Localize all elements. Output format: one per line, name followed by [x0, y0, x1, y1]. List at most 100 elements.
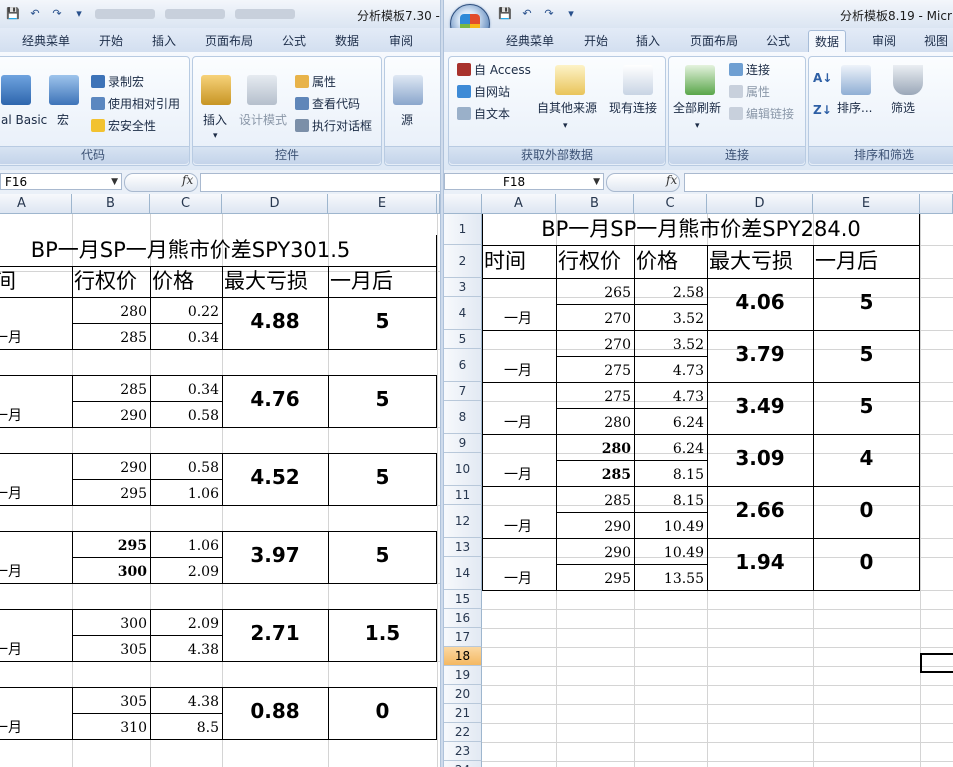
option-price-cell[interactable]: 6.24: [634, 408, 707, 434]
macros-button[interactable]: 宏: [57, 111, 69, 129]
left-formula-input[interactable]: [200, 173, 440, 192]
row-header-6[interactable]: 6: [444, 349, 482, 382]
max-loss-cell[interactable]: 3.97: [222, 531, 328, 579]
customize-qat-icon[interactable]: ▾: [562, 6, 580, 22]
strike-price-cell[interactable]: 280: [556, 434, 634, 460]
column-heading[interactable]: 行权价: [74, 266, 152, 297]
one-month-after-cell[interactable]: 5: [813, 382, 920, 430]
row-header-18[interactable]: 18: [444, 647, 482, 666]
strike-price-cell[interactable]: 285: [72, 375, 150, 401]
tab-review[interactable]: 审阅: [866, 32, 902, 52]
option-price-cell[interactable]: 4.38: [150, 635, 222, 661]
left-name-box[interactable]: F16 ▼: [0, 173, 122, 190]
one-month-after-cell[interactable]: 0: [813, 538, 920, 586]
strike-price-cell[interactable]: 280: [72, 297, 150, 323]
from-other-sources-button[interactable]: 自其他来源: [537, 99, 597, 117]
strike-price-cell[interactable]: 300: [72, 609, 150, 635]
strike-price-cell[interactable]: 280: [556, 408, 634, 434]
month-label[interactable]: 一月: [482, 356, 556, 382]
strike-price-cell[interactable]: 310: [72, 713, 150, 739]
tab-classic-menu[interactable]: 经典菜单: [16, 32, 76, 52]
sort-ascending-icon[interactable]: A↓: [813, 69, 832, 87]
one-month-after-cell[interactable]: 5: [328, 453, 437, 501]
option-price-cell[interactable]: 0.34: [150, 323, 222, 349]
tab-home[interactable]: 开始: [93, 32, 129, 52]
filter-button[interactable]: 筛选: [891, 99, 915, 117]
column-header-d[interactable]: D: [222, 194, 328, 214]
column-header-e[interactable]: E: [328, 194, 437, 214]
strike-price-cell[interactable]: 285: [556, 460, 634, 486]
max-loss-cell[interactable]: 2.66: [707, 486, 813, 534]
chevron-down-icon[interactable]: ▼: [111, 174, 118, 191]
column-header[interactable]: [920, 194, 953, 214]
column-header-a[interactable]: A: [482, 194, 556, 214]
option-price-cell[interactable]: 4.73: [634, 382, 707, 408]
column-header-b[interactable]: B: [556, 194, 634, 214]
strike-price-cell[interactable]: 305: [72, 687, 150, 713]
row-header-8[interactable]: 8: [444, 401, 482, 434]
option-price-cell[interactable]: 2.58: [634, 278, 707, 304]
sort-button[interactable]: 排序...: [837, 99, 872, 117]
tab-view[interactable]: 视图: [918, 32, 953, 52]
strike-price-cell[interactable]: 265: [556, 278, 634, 304]
one-month-after-cell[interactable]: 5: [328, 531, 437, 579]
row-header-19[interactable]: 19: [444, 666, 482, 685]
column-heading[interactable]: 时间: [484, 245, 558, 278]
fx-icon[interactable]: fx: [666, 173, 677, 187]
month-label[interactable]: 一月: [482, 408, 556, 434]
run-dialog-button[interactable]: 执行对话框: [295, 117, 372, 135]
option-price-cell[interactable]: 1.06: [150, 531, 222, 557]
strike-price-cell[interactable]: 275: [556, 382, 634, 408]
month-label[interactable]: 一月: [482, 304, 556, 330]
column-header-c[interactable]: C: [634, 194, 707, 214]
row-header-11[interactable]: 11: [444, 486, 482, 505]
option-price-cell[interactable]: 8.15: [634, 460, 707, 486]
record-macro-button[interactable]: 录制宏: [91, 73, 144, 91]
sheet-title[interactable]: BP一月SP一月熊市价差SPY284.0: [482, 214, 920, 245]
row-header-20[interactable]: 20: [444, 685, 482, 704]
option-price-cell[interactable]: 1.06: [150, 479, 222, 505]
row-header-13[interactable]: 13: [444, 538, 482, 557]
chevron-down-icon[interactable]: ▾: [563, 117, 568, 135]
right-formula-input[interactable]: [684, 173, 953, 192]
from-access-button[interactable]: 自 Access: [457, 61, 531, 79]
xml-source-button[interactable]: 源: [401, 111, 413, 129]
row-header-2[interactable]: 2: [444, 245, 482, 278]
row-header-14[interactable]: 14: [444, 557, 482, 590]
max-loss-cell[interactable]: 3.49: [707, 382, 813, 430]
max-loss-cell[interactable]: 2.71: [222, 609, 328, 657]
selected-cell[interactable]: [920, 653, 953, 673]
connection-properties-button[interactable]: 属性: [729, 83, 770, 101]
properties-button[interactable]: 属性: [295, 73, 336, 91]
chevron-down-icon[interactable]: ▾: [695, 117, 700, 135]
save-icon[interactable]: 💾: [4, 6, 22, 22]
option-price-cell[interactable]: 2.09: [150, 557, 222, 583]
tab-review[interactable]: 审阅: [383, 32, 419, 52]
view-code-button[interactable]: 查看代码: [295, 95, 360, 113]
one-month-after-cell[interactable]: 5: [813, 330, 920, 378]
option-price-cell[interactable]: 3.52: [634, 330, 707, 356]
column-heading[interactable]: 价格: [152, 266, 224, 297]
option-price-cell[interactable]: 4.73: [634, 356, 707, 382]
row-header-16[interactable]: 16: [444, 609, 482, 628]
row-header-4[interactable]: 4: [444, 297, 482, 330]
column-header-e[interactable]: E: [813, 194, 920, 214]
connections-button[interactable]: 连接: [729, 61, 770, 79]
month-label[interactable]: 一月: [0, 479, 72, 505]
strike-price-cell[interactable]: 270: [556, 304, 634, 330]
chevron-down-icon[interactable]: ▾: [213, 127, 218, 145]
strike-price-cell[interactable]: 295: [72, 531, 150, 557]
option-price-cell[interactable]: 0.58: [150, 401, 222, 427]
month-label[interactable]: 一月: [0, 635, 72, 661]
undo-icon[interactable]: ↶: [26, 6, 44, 22]
strike-price-cell[interactable]: 300: [72, 557, 150, 583]
max-loss-cell[interactable]: 3.09: [707, 434, 813, 482]
tab-insert[interactable]: 插入: [146, 32, 182, 52]
strike-price-cell[interactable]: 295: [72, 479, 150, 505]
month-label[interactable]: 一月: [482, 512, 556, 538]
from-text-button[interactable]: 自文本: [457, 105, 510, 123]
month-label[interactable]: 一月: [482, 460, 556, 486]
strike-price-cell[interactable]: 290: [72, 401, 150, 427]
option-price-cell[interactable]: 0.22: [150, 297, 222, 323]
tab-page-layout[interactable]: 页面布局: [684, 32, 744, 52]
